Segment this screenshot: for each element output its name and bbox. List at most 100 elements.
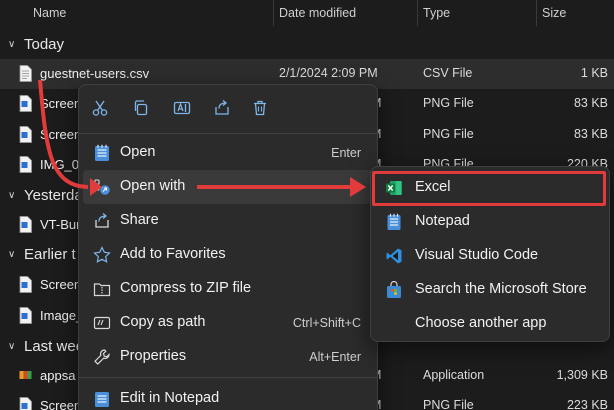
file-name: guestnet-users.csv: [40, 66, 150, 81]
file-name: appsa: [40, 368, 76, 383]
file-size: 83 KB: [573, 127, 608, 141]
menu-item-add-to-favorites[interactable]: Add to Favorites: [83, 238, 375, 272]
group-label: Yesterda: [24, 187, 83, 204]
quick-actions-bar: [79, 85, 377, 131]
file-name: VT-Bur: [40, 217, 81, 232]
file-type: PNG File: [423, 96, 474, 110]
group-last-week[interactable]: ∨ Last wee: [8, 338, 84, 355]
file-name: Screen: [40, 127, 82, 142]
group-label: Last wee: [24, 338, 85, 355]
notepad-icon: [95, 144, 109, 161]
image-file-icon: [19, 95, 32, 112]
file-size: 1,309 KB: [556, 368, 608, 382]
group-yesterday[interactable]: ∨ Yesterda: [8, 187, 83, 204]
submenu-item-choose-another-app[interactable]: Choose another app: [375, 307, 607, 341]
image-file-icon: [19, 156, 32, 173]
submenu-item-microsoft-store[interactable]: Search the Microsoft Store: [375, 273, 607, 307]
column-divider[interactable]: [417, 0, 418, 26]
share-quick-button[interactable]: [210, 96, 234, 120]
store-icon: [387, 281, 401, 298]
file-type: PNG File: [423, 398, 474, 410]
copy-icon: [134, 100, 148, 116]
zip-folder-icon: [93, 283, 111, 297]
chevron-down-icon: ∨: [8, 190, 16, 201]
annotation-highlight-box: [372, 171, 606, 206]
menu-item-label: Open: [120, 144, 156, 160]
image-file-icon: [19, 276, 32, 293]
column-header-bar: Name Date modified Type Size: [0, 0, 614, 28]
submenu-item-label: Notepad: [415, 213, 470, 229]
menu-item-label: Copy as path: [120, 314, 206, 330]
file-name: IMG_0: [40, 157, 80, 172]
chevron-right-icon: ›: [357, 179, 361, 193]
image-file-icon: [19, 307, 32, 324]
star-icon: [93, 246, 111, 263]
notepad-icon: [387, 213, 401, 230]
menu-item-open-with[interactable]: Open with ›: [83, 170, 375, 204]
menu-item-label: Share: [120, 212, 159, 228]
share-icon: [95, 213, 109, 228]
submenu-item-vscode[interactable]: Visual Studio Code: [375, 239, 607, 273]
menu-divider: [79, 377, 377, 378]
menu-item-edit-in-notepad[interactable]: Edit in Notepad: [83, 382, 375, 410]
file-name: Screen: [40, 277, 82, 292]
file-size: 1 KB: [580, 66, 608, 80]
chevron-down-icon: ∨: [8, 39, 16, 50]
chevron-down-icon: ∨: [8, 341, 16, 352]
image-file-icon: [19, 216, 32, 233]
share-icon: [215, 100, 229, 115]
column-size[interactable]: Size: [542, 6, 566, 20]
cut-button[interactable]: [88, 96, 112, 120]
menu-item-shortcut: Alt+Enter: [309, 350, 361, 364]
column-divider[interactable]: [536, 0, 537, 26]
menu-divider: [79, 133, 377, 134]
wrench-icon: [94, 349, 110, 365]
menu-item-label: Add to Favorites: [120, 246, 226, 262]
app-icon: [19, 371, 32, 379]
submenu-item-label: Choose another app: [415, 315, 547, 331]
vscode-icon: [386, 248, 402, 264]
submenu-item-notepad[interactable]: Notepad: [375, 205, 607, 239]
file-size: 83 KB: [573, 96, 608, 110]
file-type: Application: [423, 368, 485, 382]
file-name: Screen: [40, 398, 82, 410]
rename-icon: [173, 101, 191, 115]
menu-item-label: Compress to ZIP file: [120, 280, 252, 296]
menu-item-compress-zip[interactable]: Compress to ZIP file: [83, 272, 375, 306]
group-label: Today: [24, 36, 65, 53]
menu-item-shortcut: Enter: [331, 146, 361, 160]
file-type: CSV File: [423, 66, 473, 80]
rename-button[interactable]: [170, 96, 194, 120]
menu-item-copy-as-path[interactable]: Copy as path Ctrl+Shift+C: [83, 306, 375, 340]
column-date-modified[interactable]: Date modified: [279, 6, 356, 20]
file-name: Image_: [40, 308, 84, 323]
copy-path-icon: [93, 316, 111, 330]
column-name[interactable]: Name: [33, 6, 66, 20]
menu-item-open[interactable]: Open Enter: [83, 136, 375, 170]
menu-item-shortcut: Ctrl+Shift+C: [292, 316, 361, 330]
delete-button[interactable]: [248, 96, 272, 120]
file-type: PNG File: [423, 127, 474, 141]
group-earlier[interactable]: ∨ Earlier t: [8, 246, 76, 263]
menu-item-label: Edit in Notepad: [120, 390, 220, 406]
submenu-item-label: Search the Microsoft Store: [415, 281, 587, 297]
group-label: Earlier t: [24, 246, 76, 263]
context-menu: Open Enter Open with › Share Add to Favo…: [78, 84, 378, 410]
image-file-icon: [19, 397, 32, 410]
file-size: 223 KB: [566, 398, 608, 410]
column-divider[interactable]: [273, 0, 274, 26]
column-type[interactable]: Type: [423, 6, 450, 20]
group-today[interactable]: ∨ Today: [8, 36, 64, 53]
menu-item-label: Open with: [120, 178, 186, 194]
image-file-icon: [19, 126, 32, 143]
trash-icon: [254, 100, 266, 116]
menu-item-share[interactable]: Share: [83, 204, 375, 238]
file-date: 2/1/2024 2:09 PM: [279, 66, 378, 80]
text-file-icon: [19, 65, 32, 82]
submenu-item-label: Visual Studio Code: [415, 247, 539, 263]
notepad-icon: [95, 392, 109, 407]
menu-item-properties[interactable]: Properties Alt+Enter: [83, 340, 375, 374]
file-name: Screen: [40, 96, 82, 111]
copy-button[interactable]: [129, 96, 153, 120]
open-with-icon: [94, 179, 110, 195]
